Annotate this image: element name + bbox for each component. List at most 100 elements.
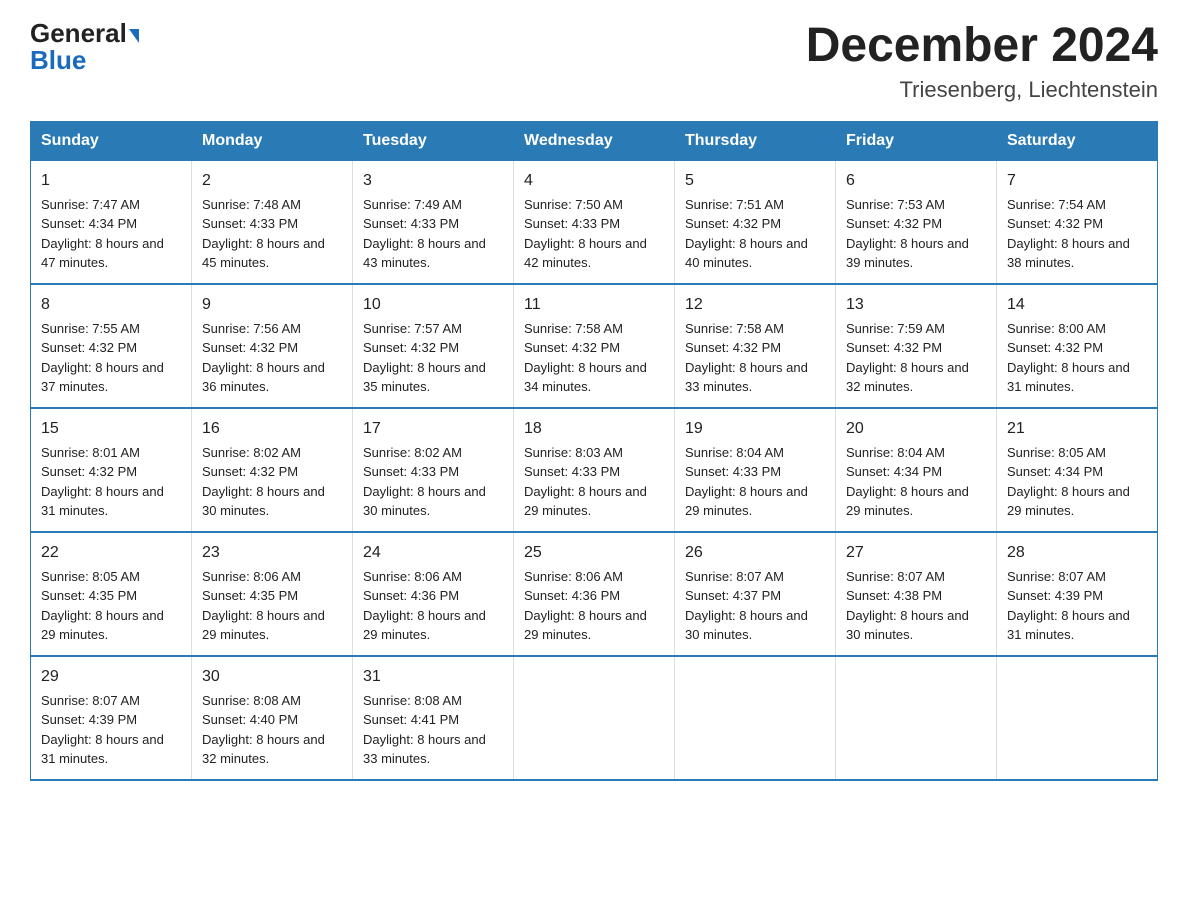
day-number: 28 — [1007, 541, 1147, 565]
calendar-cell: 19 Sunrise: 8:04 AM Sunset: 4:33 PM Dayl… — [675, 408, 836, 532]
day-sunrise: Sunrise: 8:04 AM — [846, 443, 986, 463]
day-sunrise: Sunrise: 8:06 AM — [363, 567, 503, 587]
day-sunrise: Sunrise: 7:58 AM — [524, 319, 664, 339]
calendar-cell: 1 Sunrise: 7:47 AM Sunset: 4:34 PM Dayli… — [31, 160, 192, 284]
calendar-cell: 24 Sunrise: 8:06 AM Sunset: 4:36 PM Dayl… — [353, 532, 514, 656]
day-sunrise: Sunrise: 7:49 AM — [363, 195, 503, 215]
day-daylight: Daylight: 8 hours and 34 minutes. — [524, 358, 664, 397]
day-number: 22 — [41, 541, 181, 565]
day-sunset: Sunset: 4:41 PM — [363, 710, 503, 730]
calendar-cell — [675, 656, 836, 780]
day-daylight: Daylight: 8 hours and 31 minutes. — [41, 482, 181, 521]
day-number: 30 — [202, 665, 342, 689]
day-sunset: Sunset: 4:33 PM — [524, 214, 664, 234]
calendar-week-row: 1 Sunrise: 7:47 AM Sunset: 4:34 PM Dayli… — [31, 160, 1158, 284]
calendar-cell: 11 Sunrise: 7:58 AM Sunset: 4:32 PM Dayl… — [514, 284, 675, 408]
day-sunrise: Sunrise: 7:48 AM — [202, 195, 342, 215]
calendar-cell: 18 Sunrise: 8:03 AM Sunset: 4:33 PM Dayl… — [514, 408, 675, 532]
day-sunset: Sunset: 4:34 PM — [41, 214, 181, 234]
calendar-cell: 2 Sunrise: 7:48 AM Sunset: 4:33 PM Dayli… — [192, 160, 353, 284]
calendar-cell: 15 Sunrise: 8:01 AM Sunset: 4:32 PM Dayl… — [31, 408, 192, 532]
day-sunrise: Sunrise: 7:51 AM — [685, 195, 825, 215]
day-number: 4 — [524, 169, 664, 193]
day-sunset: Sunset: 4:39 PM — [41, 710, 181, 730]
day-number: 18 — [524, 417, 664, 441]
calendar-cell: 21 Sunrise: 8:05 AM Sunset: 4:34 PM Dayl… — [997, 408, 1158, 532]
header-tuesday: Tuesday — [353, 121, 514, 160]
day-daylight: Daylight: 8 hours and 32 minutes. — [202, 730, 342, 769]
day-sunset: Sunset: 4:32 PM — [685, 214, 825, 234]
calendar-cell: 23 Sunrise: 8:06 AM Sunset: 4:35 PM Dayl… — [192, 532, 353, 656]
day-sunrise: Sunrise: 8:04 AM — [685, 443, 825, 463]
day-sunrise: Sunrise: 8:00 AM — [1007, 319, 1147, 339]
day-sunrise: Sunrise: 8:05 AM — [41, 567, 181, 587]
day-sunset: Sunset: 4:33 PM — [685, 462, 825, 482]
day-daylight: Daylight: 8 hours and 33 minutes. — [363, 730, 503, 769]
day-number: 19 — [685, 417, 825, 441]
day-daylight: Daylight: 8 hours and 32 minutes. — [846, 358, 986, 397]
day-sunset: Sunset: 4:32 PM — [1007, 338, 1147, 358]
day-sunrise: Sunrise: 8:05 AM — [1007, 443, 1147, 463]
day-daylight: Daylight: 8 hours and 30 minutes. — [846, 606, 986, 645]
calendar-cell: 6 Sunrise: 7:53 AM Sunset: 4:32 PM Dayli… — [836, 160, 997, 284]
day-daylight: Daylight: 8 hours and 39 minutes. — [846, 234, 986, 273]
calendar-week-row: 15 Sunrise: 8:01 AM Sunset: 4:32 PM Dayl… — [31, 408, 1158, 532]
calendar-cell: 4 Sunrise: 7:50 AM Sunset: 4:33 PM Dayli… — [514, 160, 675, 284]
day-number: 3 — [363, 169, 503, 193]
day-sunset: Sunset: 4:38 PM — [846, 586, 986, 606]
day-number: 31 — [363, 665, 503, 689]
day-daylight: Daylight: 8 hours and 30 minutes. — [202, 482, 342, 521]
day-sunset: Sunset: 4:37 PM — [685, 586, 825, 606]
day-sunrise: Sunrise: 7:57 AM — [363, 319, 503, 339]
page-header: General Blue December 2024 Triesenberg, … — [30, 20, 1158, 103]
day-number: 29 — [41, 665, 181, 689]
day-sunrise: Sunrise: 8:07 AM — [1007, 567, 1147, 587]
logo-general-line: General — [30, 20, 139, 47]
logo-triangle-icon — [129, 29, 139, 43]
day-daylight: Daylight: 8 hours and 30 minutes. — [685, 606, 825, 645]
calendar-cell: 13 Sunrise: 7:59 AM Sunset: 4:32 PM Dayl… — [836, 284, 997, 408]
day-daylight: Daylight: 8 hours and 47 minutes. — [41, 234, 181, 273]
day-daylight: Daylight: 8 hours and 30 minutes. — [363, 482, 503, 521]
day-daylight: Daylight: 8 hours and 40 minutes. — [685, 234, 825, 273]
calendar-week-row: 8 Sunrise: 7:55 AM Sunset: 4:32 PM Dayli… — [31, 284, 1158, 408]
header-sunday: Sunday — [31, 121, 192, 160]
title-block: December 2024 Triesenberg, Liechtenstein — [806, 20, 1158, 103]
day-number: 7 — [1007, 169, 1147, 193]
day-number: 8 — [41, 293, 181, 317]
calendar-cell: 5 Sunrise: 7:51 AM Sunset: 4:32 PM Dayli… — [675, 160, 836, 284]
day-number: 16 — [202, 417, 342, 441]
day-number: 20 — [846, 417, 986, 441]
calendar-cell: 17 Sunrise: 8:02 AM Sunset: 4:33 PM Dayl… — [353, 408, 514, 532]
day-sunrise: Sunrise: 8:07 AM — [685, 567, 825, 587]
calendar-cell: 14 Sunrise: 8:00 AM Sunset: 4:32 PM Dayl… — [997, 284, 1158, 408]
day-daylight: Daylight: 8 hours and 31 minutes. — [1007, 358, 1147, 397]
logo: General Blue — [30, 20, 139, 74]
header-thursday: Thursday — [675, 121, 836, 160]
day-sunset: Sunset: 4:35 PM — [202, 586, 342, 606]
day-daylight: Daylight: 8 hours and 31 minutes. — [41, 730, 181, 769]
day-sunrise: Sunrise: 7:56 AM — [202, 319, 342, 339]
day-daylight: Daylight: 8 hours and 36 minutes. — [202, 358, 342, 397]
calendar-cell: 7 Sunrise: 7:54 AM Sunset: 4:32 PM Dayli… — [997, 160, 1158, 284]
calendar-week-row: 22 Sunrise: 8:05 AM Sunset: 4:35 PM Dayl… — [31, 532, 1158, 656]
calendar-week-row: 29 Sunrise: 8:07 AM Sunset: 4:39 PM Dayl… — [31, 656, 1158, 780]
day-sunset: Sunset: 4:33 PM — [202, 214, 342, 234]
day-sunset: Sunset: 4:34 PM — [1007, 462, 1147, 482]
day-sunset: Sunset: 4:32 PM — [202, 338, 342, 358]
day-daylight: Daylight: 8 hours and 29 minutes. — [685, 482, 825, 521]
day-daylight: Daylight: 8 hours and 29 minutes. — [1007, 482, 1147, 521]
day-sunrise: Sunrise: 7:58 AM — [685, 319, 825, 339]
day-sunset: Sunset: 4:33 PM — [363, 214, 503, 234]
day-sunrise: Sunrise: 8:07 AM — [846, 567, 986, 587]
day-daylight: Daylight: 8 hours and 38 minutes. — [1007, 234, 1147, 273]
day-number: 14 — [1007, 293, 1147, 317]
day-daylight: Daylight: 8 hours and 29 minutes. — [846, 482, 986, 521]
day-number: 26 — [685, 541, 825, 565]
day-daylight: Daylight: 8 hours and 31 minutes. — [1007, 606, 1147, 645]
logo-general-text: General — [30, 18, 127, 48]
day-sunrise: Sunrise: 8:02 AM — [202, 443, 342, 463]
day-sunrise: Sunrise: 7:59 AM — [846, 319, 986, 339]
day-number: 6 — [846, 169, 986, 193]
calendar-cell: 28 Sunrise: 8:07 AM Sunset: 4:39 PM Dayl… — [997, 532, 1158, 656]
